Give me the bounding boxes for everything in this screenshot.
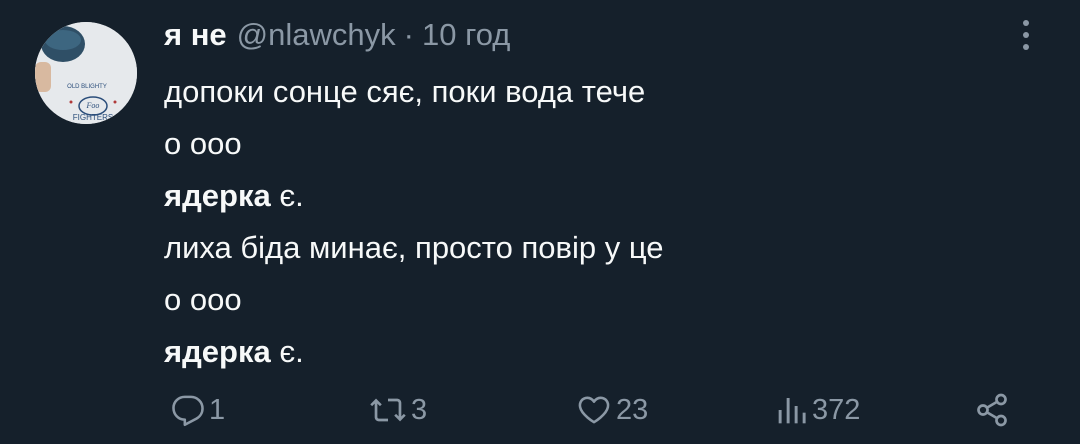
separator-dot: ·: [403, 17, 414, 52]
views-chart-icon: [778, 398, 806, 424]
tweet-line-text: є.: [270, 178, 304, 213]
like-count: 23: [616, 393, 649, 426]
reply-button[interactable]: 1: [171, 385, 225, 435]
tweet-line-text: о ооо: [164, 282, 242, 317]
avatar-image: OLD BLIGHTY Foo FIGHTERS: [35, 22, 137, 124]
tweet-text: допоки сонце сяє, поки вода тече о ооо я…: [164, 66, 664, 378]
retweet-count: 3: [411, 393, 428, 426]
reply-icon: [172, 395, 204, 427]
user-handle[interactable]: @nlawchyk: [237, 17, 396, 53]
avatar[interactable]: OLD BLIGHTY Foo FIGHTERS: [35, 22, 137, 124]
display-name[interactable]: я не: [164, 17, 227, 53]
like-button[interactable]: 23: [576, 385, 648, 435]
heart-icon: [578, 396, 610, 424]
tweet-line: о ооо: [164, 274, 664, 326]
avatar-shirt-top-text: OLD BLIGHTY: [67, 84, 107, 90]
retweet-button[interactable]: 3: [369, 385, 427, 435]
tweet-line-text: о ооо: [164, 126, 242, 161]
tweet-header: я не @nlawchyk · 10 год: [164, 14, 510, 56]
views-count: 372: [812, 393, 861, 426]
timestamp[interactable]: 10 год: [422, 17, 510, 53]
tweet-line: допоки сонце сяє, поки вода тече: [164, 66, 664, 118]
more-vertical-icon: [1023, 20, 1029, 50]
views-button[interactable]: 372: [776, 385, 860, 435]
retweet-icon: [370, 398, 406, 422]
action-bar: 1 3 23 372: [0, 385, 1080, 435]
tweet-line-bold: ядерка: [164, 334, 271, 369]
tweet-line-bold: ядерка: [164, 178, 271, 213]
tweet-line: ядерка є.: [164, 170, 664, 222]
tweet-line: ядерка є.: [164, 326, 664, 378]
tweet-line-text: є.: [270, 334, 304, 369]
tweet-line-text: лиха біда минає, просто повір у це: [164, 230, 664, 265]
share-icon: [977, 393, 1007, 427]
reply-count: 1: [209, 393, 226, 426]
avatar-shirt-bottom-text: FIGHTERS: [73, 113, 113, 122]
avatar-shirt-logo-text: Foo: [86, 101, 100, 110]
tweet-line-text: допоки сонце сяє, поки вода тече: [164, 74, 646, 109]
share-button[interactable]: [974, 385, 1010, 435]
more-options-button[interactable]: [1014, 18, 1038, 52]
tweet-line: о ооо: [164, 118, 664, 170]
tweet-line: лиха біда минає, просто повір у це: [164, 222, 664, 274]
